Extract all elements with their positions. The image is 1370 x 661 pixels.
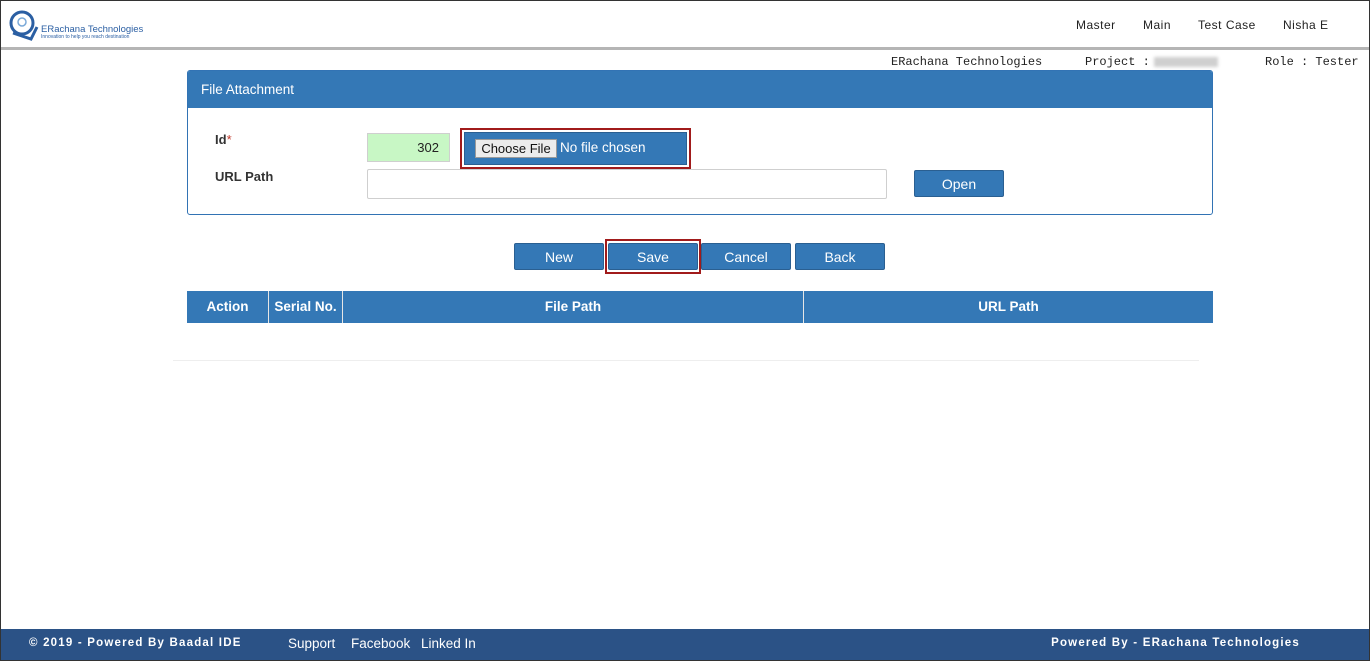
column-action: Action xyxy=(187,291,269,323)
app-window: ERachana Technologies Innovation to help… xyxy=(1,1,1369,660)
id-label: Id* xyxy=(215,132,232,147)
project-label: Project : xyxy=(1085,55,1150,69)
column-file-path: File Path xyxy=(343,291,804,323)
panel-title: File Attachment xyxy=(201,82,295,97)
cancel-button[interactable]: Cancel xyxy=(701,243,791,270)
footer-link-linkedin[interactable]: Linked In xyxy=(421,636,476,651)
project-redacted xyxy=(1153,56,1218,67)
nav-main[interactable]: Main xyxy=(1143,18,1171,32)
url-path-input[interactable] xyxy=(367,169,887,199)
company-logo[interactable]: ERachana Technologies Innovation to help… xyxy=(7,9,147,43)
open-button[interactable]: Open xyxy=(914,170,1004,197)
url-path-label: URL Path xyxy=(215,169,274,184)
new-button[interactable]: New xyxy=(514,243,604,270)
footer: © 2019 - Powered By Baadal IDE Support F… xyxy=(1,629,1369,660)
info-role: Role : Tester xyxy=(1265,55,1359,69)
copyright-text: © 2019 - Powered By Baadal IDE xyxy=(29,637,242,649)
choose-file-button[interactable]: Choose File xyxy=(475,139,557,158)
save-button[interactable]: Save xyxy=(608,243,698,270)
column-serial-no: Serial No. xyxy=(269,291,343,323)
nav-user[interactable]: Nisha E xyxy=(1283,18,1329,32)
info-company: ERachana Technologies xyxy=(891,55,1043,69)
back-button[interactable]: Back xyxy=(795,243,885,270)
powered-by-text: Powered By - ERachana Technologies xyxy=(1051,637,1300,649)
top-navbar: ERachana Technologies Innovation to help… xyxy=(1,1,1369,48)
panel-header: File Attachment xyxy=(188,71,1212,108)
logo-icon xyxy=(9,10,39,41)
info-project: Project : xyxy=(1085,55,1218,69)
file-status-text: No file chosen xyxy=(560,140,646,155)
attachments-table-header: Action Serial No. File Path URL Path xyxy=(187,291,1213,323)
footer-link-facebook[interactable]: Facebook xyxy=(351,636,410,651)
header-divider xyxy=(1,47,1369,50)
footer-link-support[interactable]: Support xyxy=(288,636,335,651)
content-divider xyxy=(173,360,1199,361)
logo-tagline: Innovation to help you reach destination xyxy=(41,34,130,40)
id-label-text: Id xyxy=(215,132,227,147)
column-url-path: URL Path xyxy=(978,299,1039,314)
id-field[interactable]: 302 xyxy=(367,133,450,162)
file-attachment-panel: File Attachment Id* 302 Choose File No f… xyxy=(187,70,1213,215)
nav-master[interactable]: Master xyxy=(1076,18,1116,32)
required-mark: * xyxy=(226,132,232,147)
nav-test-case[interactable]: Test Case xyxy=(1198,18,1256,32)
